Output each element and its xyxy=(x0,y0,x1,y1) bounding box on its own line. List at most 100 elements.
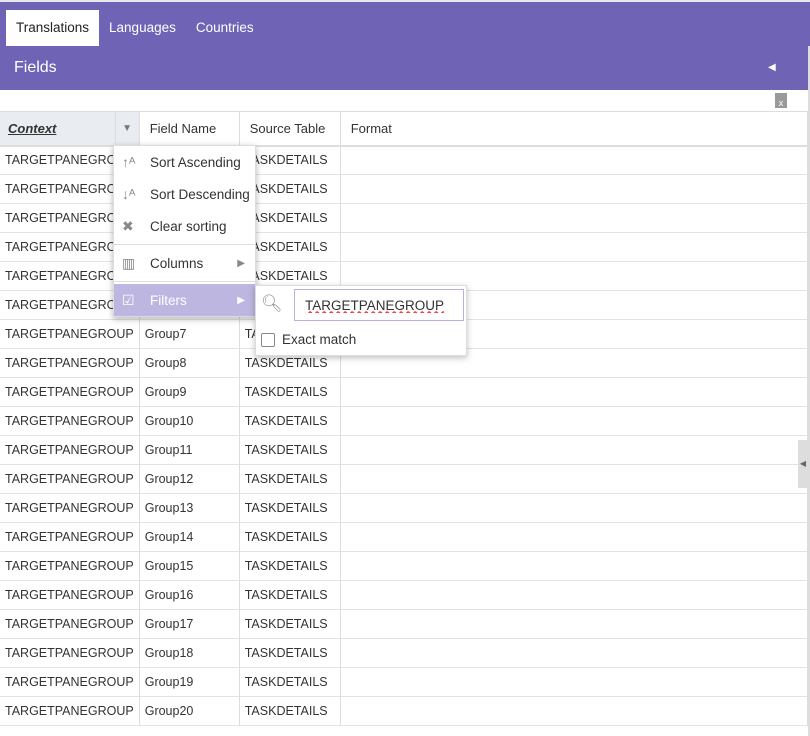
filter-submenu: 🔍︎ Exact match xyxy=(255,285,467,356)
cell-source-table: TASKDETAILS xyxy=(239,667,341,697)
table-row[interactable]: TARGETPANEGROUP Group17 TASKDETAILS xyxy=(0,609,809,639)
table-row[interactable]: TARGETPANEGROUP Group13 TASKDETAILS xyxy=(0,493,809,523)
cell-field-name: Group17 xyxy=(139,609,240,639)
tab-translations[interactable]: Translations xyxy=(6,10,100,46)
sort-ascending-icon: ↑ᴬ xyxy=(122,154,136,170)
menu-label: Columns xyxy=(150,255,204,271)
table-row[interactable]: TARGETPANEGROUP Group11 TASKDETAILS xyxy=(0,435,809,465)
cell-context: TARGETPANEGROUP xyxy=(0,319,140,349)
menu-label: Sort Ascending xyxy=(150,154,241,170)
cell-format xyxy=(340,464,809,494)
menu-item-columns[interactable]: ▥ Columns ▶ xyxy=(114,247,255,279)
cell-format xyxy=(340,145,809,175)
table-row[interactable]: TARGETPANEGROUP Group10 TASKDETAILS xyxy=(0,406,809,436)
exact-match-label: Exact match xyxy=(282,332,357,347)
cell-context: TARGETPANEGROUP xyxy=(0,464,140,494)
menu-item-filters[interactable]: ☑ Filters ▶ xyxy=(114,284,255,316)
cell-format xyxy=(340,580,809,610)
sort-descending-icon: ↓ᴬ xyxy=(122,186,136,202)
cell-format xyxy=(340,667,809,697)
table-row[interactable]: TARGETPANEGROUP Group18 TASKDETAILS xyxy=(0,638,809,668)
column-header-source-table[interactable]: Source Table xyxy=(239,111,341,147)
table-row[interactable]: TARGETPANEGROUP Group20 TASKDETAILS xyxy=(0,696,809,726)
column-menu-chevron-down-icon[interactable]: ▼ xyxy=(115,111,140,147)
cell-format xyxy=(340,522,809,552)
menu-item-clear-sorting[interactable]: ✖ Clear sorting xyxy=(114,210,255,242)
table-row[interactable]: TARGETPANEGROUP Group19 TASKDETAILS xyxy=(0,667,809,697)
cell-field-name: Group11 xyxy=(139,435,240,465)
cell-source-table: TASKDETAILS xyxy=(239,435,341,465)
cell-source-table: TASKDETAILS xyxy=(239,377,341,407)
columns-icon: ▥ xyxy=(122,254,136,271)
chevron-right-icon: ▶ xyxy=(237,294,245,306)
menu-label: Filters xyxy=(150,292,187,308)
column-header-context[interactable]: Context xyxy=(0,111,116,147)
cell-format xyxy=(340,696,809,726)
cell-field-name: Group18 xyxy=(139,638,240,668)
exact-match-checkbox[interactable]: Exact match xyxy=(261,332,356,347)
cell-format xyxy=(340,377,809,407)
side-panel-handle[interactable]: ◀ xyxy=(798,440,808,488)
menu-divider xyxy=(114,281,255,282)
cell-format xyxy=(340,551,809,581)
cell-source-table: TASKDETAILS xyxy=(239,551,341,581)
cell-context: TARGETPANEGROUP xyxy=(0,522,140,552)
cell-field-name: Group19 xyxy=(139,667,240,697)
table-row[interactable]: TARGETPANEGROUP Group14 TASKDETAILS xyxy=(0,522,809,552)
cell-field-name: Group16 xyxy=(139,580,240,610)
cell-source-table: TASKDETAILS xyxy=(239,638,341,668)
cell-source-table: TASKDETAILS xyxy=(239,522,341,552)
export-excel-icon[interactable]: x xyxy=(775,93,787,108)
table-row[interactable]: TARGETPANEGROUP Group12 TASKDETAILS xyxy=(0,464,809,494)
cell-field-name: Group8 xyxy=(139,348,240,378)
cell-context: TARGETPANEGROUP xyxy=(0,348,140,378)
collapse-panel-icon[interactable]: ◀ xyxy=(768,62,776,73)
cell-field-name: Group20 xyxy=(139,696,240,726)
checkbox-checked-icon: ☑ xyxy=(122,291,135,308)
cell-source-table: TASKDETAILS xyxy=(239,696,341,726)
cell-format xyxy=(340,435,809,465)
menu-label: Clear sorting xyxy=(150,218,227,234)
menu-label: Sort Descending xyxy=(150,186,250,202)
cell-format xyxy=(340,174,809,204)
cell-source-table: TASKDETAILS xyxy=(239,609,341,639)
cell-field-name: Group10 xyxy=(139,406,240,436)
tab-countries[interactable]: Countries xyxy=(186,10,264,46)
column-header-field-name[interactable]: Field Name xyxy=(139,111,240,147)
cell-format xyxy=(340,609,809,639)
table-row[interactable]: TARGETPANEGROUP Group9 TASKDETAILS xyxy=(0,377,809,407)
search-icon: 🔍︎ xyxy=(261,294,283,313)
cell-context: TARGETPANEGROUP xyxy=(0,435,140,465)
cell-field-name: Group12 xyxy=(139,464,240,494)
cell-field-name: Group7 xyxy=(139,319,240,349)
cell-context: TARGETPANEGROUP xyxy=(0,580,140,610)
column-header-format[interactable]: Format xyxy=(340,111,809,147)
column-menu: ↑ᴬ Sort Ascending ↓ᴬ Sort Descending ✖ Clea… xyxy=(113,145,256,317)
cell-field-name: Group9 xyxy=(139,377,240,407)
cell-context: TARGETPANEGROUP xyxy=(0,638,140,668)
table-row[interactable]: TARGETPANEGROUP Group15 TASKDETAILS xyxy=(0,551,809,581)
cell-format xyxy=(340,406,809,436)
cell-format xyxy=(340,493,809,523)
cell-context: TARGETPANEGROUP xyxy=(0,406,140,436)
cell-field-name: Group14 xyxy=(139,522,240,552)
menu-item-sort-ascending[interactable]: ↑ᴬ Sort Ascending xyxy=(114,146,255,178)
chevron-right-icon: ▶ xyxy=(237,257,245,269)
tab-bar: Translations Languages Countries xyxy=(6,10,264,46)
cell-context: TARGETPANEGROUP xyxy=(0,696,140,726)
cell-field-name: Group15 xyxy=(139,551,240,581)
close-icon: ✖ xyxy=(122,217,134,234)
cell-source-table: TASKDETAILS xyxy=(239,580,341,610)
cell-source-table: TASKDETAILS xyxy=(239,493,341,523)
cell-context: TARGETPANEGROUP xyxy=(0,493,140,523)
cell-format xyxy=(340,232,809,262)
table-row[interactable]: TARGETPANEGROUP Group16 TASKDETAILS xyxy=(0,580,809,610)
cell-context: TARGETPANEGROUP xyxy=(0,551,140,581)
cell-source-table: TASKDETAILS xyxy=(239,464,341,494)
menu-item-sort-descending[interactable]: ↓ᴬ Sort Descending xyxy=(114,178,255,210)
cell-format xyxy=(340,638,809,668)
checkbox-icon[interactable] xyxy=(261,332,275,347)
tab-languages[interactable]: Languages xyxy=(99,10,186,46)
app-header: Translations Languages Countries Fields … xyxy=(0,0,810,90)
filter-input[interactable] xyxy=(294,289,464,321)
